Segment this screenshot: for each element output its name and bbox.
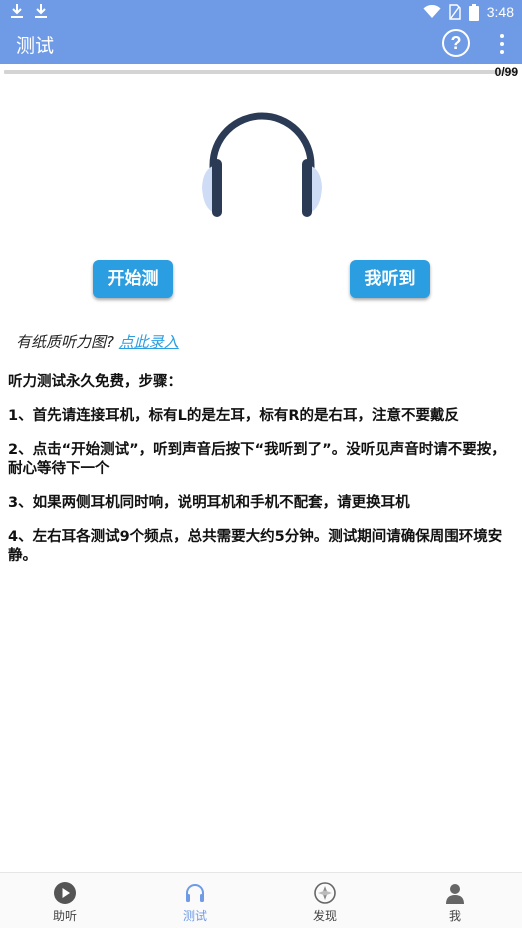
paper-audiogram-line: 有纸质听力图? 点此录入 <box>16 331 179 352</box>
paper-audiogram-prompt: 有纸质听力图? <box>16 333 114 351</box>
start-test-button[interactable]: 开始测试 <box>93 260 173 327</box>
instructions-heading: 听力测试永久免费，步骤： <box>8 374 182 390</box>
nav-item-test[interactable]: 测试 <box>130 873 260 928</box>
instructions: 听力测试永久免费，步骤： 1、首先请连接耳机，标有L的是左耳，标有R的是右耳，注… <box>8 373 514 581</box>
download-icon <box>35 4 47 18</box>
play-circle-icon <box>54 882 76 904</box>
compass-icon <box>314 882 336 904</box>
person-icon <box>446 884 464 904</box>
app-bar: 测试 ? <box>0 24 522 64</box>
progress-counter: 0/99 <box>494 65 518 79</box>
instruction-step: 3、如果两侧耳机同时响，说明耳机和手机不配套，请更换耳机 <box>8 495 410 511</box>
nav-label: 发现 <box>312 909 337 923</box>
instruction-step: 1、首先请连接耳机，标有L的是左耳，标有R的是右耳，注意不要戴反 <box>8 408 459 424</box>
no-sim-icon <box>449 4 461 20</box>
nav-label: 我 <box>448 909 461 923</box>
i-heard-it-button[interactable]: 我听到了 <box>350 260 430 327</box>
nav-item-me[interactable]: 我 <box>390 873 520 928</box>
page-title: 测试 <box>16 35 55 57</box>
nav-label: 测试 <box>182 909 207 923</box>
help-icon[interactable]: ? <box>442 29 470 57</box>
bottom-nav: 助听 测试 发现 我 <box>0 872 522 928</box>
enter-audiogram-link[interactable]: 点此录入 <box>119 333 179 351</box>
status-bar: 3:48 <box>0 0 522 24</box>
instruction-step: 2、点击“开始测试”，听到声音后按下“我听到了”。没听见声音时请不要按，耐心等待… <box>8 442 506 477</box>
nav-item-discover[interactable]: 发现 <box>260 873 390 928</box>
more-options-icon[interactable] <box>496 32 508 56</box>
download-icon <box>11 4 23 18</box>
wifi-icon <box>423 5 441 18</box>
test-progress-bar <box>4 70 518 74</box>
headphones-icon <box>186 884 204 902</box>
headphones-illustration <box>202 112 322 217</box>
nav-item-hearing-aid[interactable]: 助听 <box>0 873 130 928</box>
instruction-step: 4、左右耳各测试9个频点，总共需要大约5分钟。测试期间请确保周围环境安静。 <box>8 529 503 564</box>
nav-label: 助听 <box>52 909 77 923</box>
status-time: 3:48 <box>486 4 514 20</box>
battery-icon <box>468 3 479 21</box>
